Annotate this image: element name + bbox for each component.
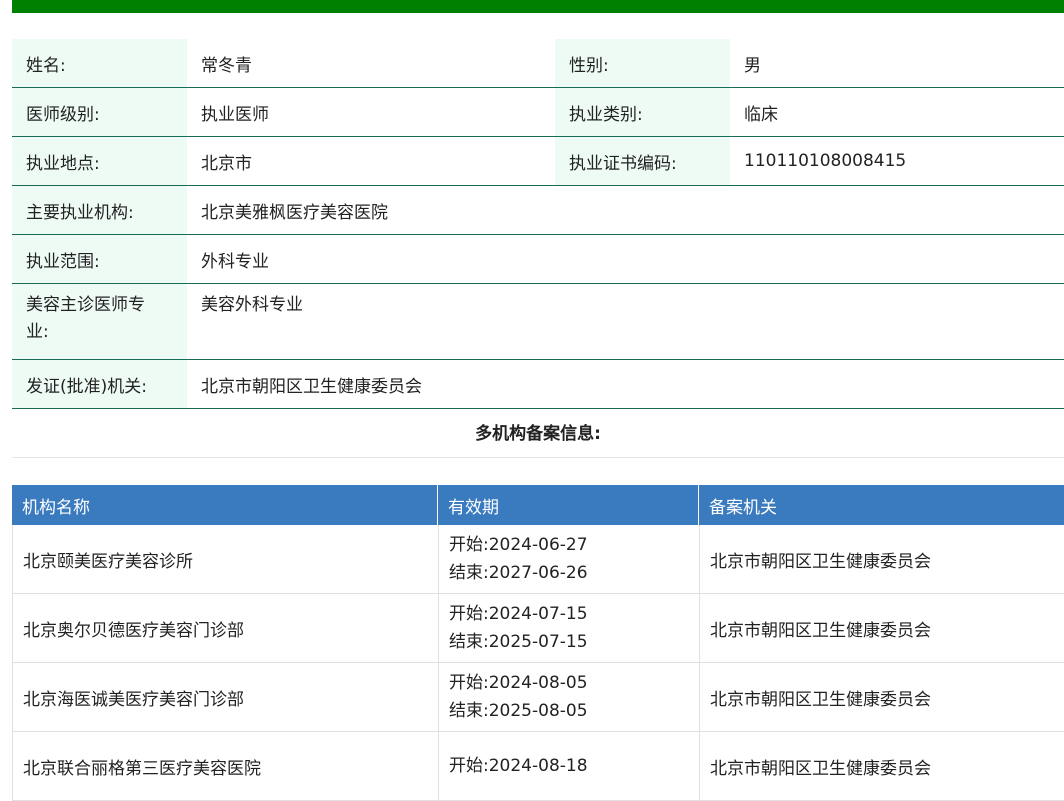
filing-authority: 北京市朝阳区卫生健康委员会: [699, 663, 1064, 731]
location-label: 执业地点:: [12, 137, 187, 185]
filing-authority: 北京市朝阳区卫生健康委员会: [699, 732, 1064, 800]
multi-institution-title: 多机构备案信息:: [12, 406, 1064, 458]
end-date: 结束:2027-06-26: [449, 563, 588, 583]
doctor-info-table: 姓名: 常冬青 性别: 男 医师级别: 执业医师 执业类别: 临床 执业地点: …: [12, 39, 1064, 409]
end-date: 结束:2025-07-15: [449, 632, 588, 652]
info-row-specialty: 美容主诊医师专 业: 美容外科专业: [12, 284, 1064, 360]
info-row-scope: 执业范围: 外科专业: [12, 235, 1064, 284]
filing-authority: 北京市朝阳区卫生健康委员会: [699, 525, 1064, 593]
level-value: 执业医师: [201, 104, 269, 125]
info-row-issuer: 发证(批准)机关: 北京市朝阳区卫生健康委员会: [12, 360, 1064, 409]
gender-value: 男: [744, 55, 761, 76]
name-value: 常冬青: [201, 55, 252, 76]
table-row: 北京颐美医疗美容诊所 开始:2024-06-27 结束:2027-06-26 北…: [12, 525, 1064, 594]
validity-dates: 开始:2024-08-05 结束:2025-08-05: [438, 663, 699, 731]
issuer-value: 北京市朝阳区卫生健康委员会: [201, 376, 422, 397]
table-row: 北京联合丽格第三医疗美容医院 开始:2024-08-18 北京市朝阳区卫生健康委…: [12, 732, 1064, 801]
category-value: 临床: [744, 104, 778, 125]
header-authority: 备案机关: [709, 497, 777, 518]
institution-name: 北京联合丽格第三医疗美容医院: [12, 732, 438, 800]
specialty-label-line2: 业:: [26, 322, 49, 342]
start-date: 开始:2024-08-18: [449, 756, 588, 776]
specialty-label-line1: 美容主诊医师专: [26, 295, 145, 315]
location-value: 北京市: [201, 153, 252, 174]
table-row: 北京海医诚美医疗美容门诊部 开始:2024-08-05 结束:2025-08-0…: [12, 663, 1064, 732]
certificate-label: 执业证书编码:: [555, 137, 730, 185]
validity-dates: 开始:2024-08-18: [438, 732, 699, 800]
header-institution: 机构名称: [12, 485, 438, 525]
scope-value: 外科专业: [201, 251, 269, 272]
issuer-label: 发证(批准)机关:: [12, 360, 187, 408]
name-label: 姓名:: [12, 39, 187, 87]
gender-label: 性别:: [555, 39, 730, 87]
filing-authority: 北京市朝阳区卫生健康委员会: [699, 594, 1064, 662]
end-date: 结束:2025-08-05: [449, 701, 588, 721]
institution-value: 北京美雅枫医疗美容医院: [201, 202, 388, 223]
institution-name: 北京颐美医疗美容诊所: [12, 525, 438, 593]
info-row-level: 医师级别: 执业医师 执业类别: 临床: [12, 88, 1064, 137]
start-date: 开始:2024-08-05: [449, 673, 588, 693]
info-row-name: 姓名: 常冬青 性别: 男: [12, 39, 1064, 88]
header-validity: 有效期: [438, 485, 699, 525]
validity-dates: 开始:2024-07-15 结束:2025-07-15: [438, 594, 699, 662]
info-row-location: 执业地点: 北京市 执业证书编码: 110110108008415: [12, 137, 1064, 186]
info-row-institution: 主要执业机构: 北京美雅枫医疗美容医院: [12, 186, 1064, 235]
table-row: 北京奥尔贝德医疗美容门诊部 开始:2024-07-15 结束:2025-07-1…: [12, 594, 1064, 663]
top-green-bar: [12, 0, 1064, 13]
institution-name: 北京奥尔贝德医疗美容门诊部: [12, 594, 438, 662]
validity-dates: 开始:2024-06-27 结束:2027-06-26: [438, 525, 699, 593]
institution-name: 北京海医诚美医疗美容门诊部: [12, 663, 438, 731]
specialty-label: 美容主诊医师专 业:: [12, 284, 187, 359]
table-header: 机构名称 有效期 备案机关: [12, 485, 1064, 525]
category-label: 执业类别:: [555, 88, 730, 136]
start-date: 开始:2024-06-27: [449, 535, 588, 555]
certificate-value: 110110108008415: [744, 151, 907, 171]
specialty-value: 美容外科专业: [201, 295, 303, 315]
institution-label: 主要执业机构:: [12, 186, 187, 234]
scope-label: 执业范围:: [12, 235, 187, 283]
level-label: 医师级别:: [12, 88, 187, 136]
institution-table: 机构名称 有效期 备案机关 北京颐美医疗美容诊所 开始:2024-06-27 结…: [12, 485, 1064, 801]
start-date: 开始:2024-07-15: [449, 604, 588, 624]
